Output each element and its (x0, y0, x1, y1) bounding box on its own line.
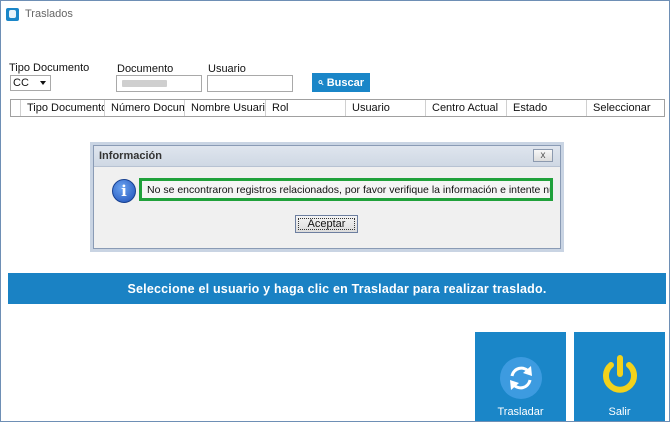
dialog-title: Información (99, 150, 162, 162)
column-header-estado[interactable]: Estado (507, 100, 587, 116)
chevron-down-icon (40, 81, 46, 85)
tipo-documento-label: Tipo Documento (9, 62, 90, 74)
search-icon (318, 80, 324, 86)
redacted-document-value (122, 80, 167, 87)
instruction-banner: Seleccione el usuario y haga clic en Tra… (8, 273, 666, 304)
dialog-message: No se encontraron registros relacionados… (139, 178, 553, 201)
column-header-seleccionar[interactable]: Seleccionar (587, 100, 664, 116)
column-header-numero-documento[interactable]: Número Docum... (105, 100, 185, 116)
trasladar-button[interactable]: Trasladar (475, 332, 566, 421)
buscar-button[interactable]: Buscar (312, 73, 370, 92)
banner-text: Seleccione el usuario y haga clic en Tra… (127, 281, 547, 296)
column-header-centro-actual[interactable]: Centro Actual (426, 100, 507, 116)
documento-input[interactable] (116, 75, 202, 92)
salir-label: Salir (608, 406, 631, 418)
dialog-title-bar: Información (94, 146, 560, 167)
documento-label: Documento (117, 63, 174, 75)
trasladar-label: Trasladar (497, 406, 544, 418)
column-header-rol[interactable]: Rol (266, 100, 346, 116)
window-title: Traslados (25, 8, 73, 20)
aceptar-label: Aceptar (307, 218, 346, 230)
column-header-nombre-usuario[interactable]: Nombre Usuario (185, 100, 266, 116)
tipo-documento-value: CC (13, 77, 29, 89)
title-bar: Traslados (1, 1, 669, 27)
column-header-usuario[interactable]: Usuario (346, 100, 426, 116)
buscar-label: Buscar (326, 76, 364, 89)
row-header-cell (11, 100, 21, 116)
power-icon (602, 355, 637, 393)
aceptar-button[interactable]: Aceptar (295, 215, 358, 233)
usuario-label: Usuario (208, 63, 246, 75)
traslados-window: Traslados Tipo Documento Documento Usuar… (0, 0, 670, 422)
usuario-input[interactable] (207, 75, 293, 92)
close-icon: x (540, 149, 546, 161)
app-icon (6, 7, 19, 21)
dialog-message-text: No se encontraron registros relacionados… (147, 183, 550, 196)
results-grid-header: Tipo Documento Número Docum... Nombre Us… (10, 99, 665, 117)
info-dialog: Información x i No se encontraron regist… (93, 145, 561, 249)
info-icon: i (112, 179, 136, 203)
salir-button[interactable]: Salir (574, 332, 665, 421)
column-header-tipo-documento[interactable]: Tipo Documento (21, 100, 105, 116)
sync-icon (499, 357, 542, 399)
tipo-documento-select[interactable]: CC (10, 75, 51, 91)
dialog-close-button[interactable]: x (533, 149, 553, 162)
